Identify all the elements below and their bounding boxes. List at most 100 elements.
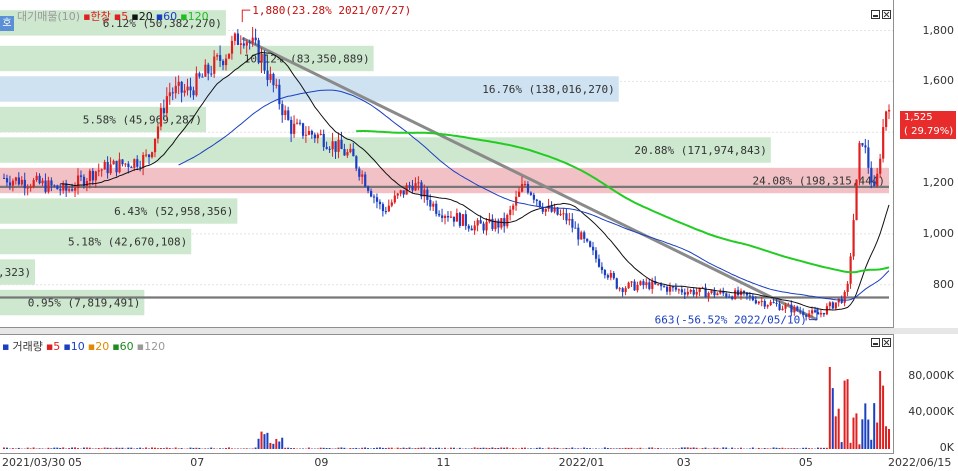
volume-legend-item[interactable]: ▪120 [137, 340, 165, 353]
candle-body [417, 182, 420, 184]
candle-body [319, 133, 322, 135]
volume-bar [384, 448, 387, 449]
candle-body [97, 170, 100, 172]
candle-body [396, 193, 399, 196]
candle-body [177, 81, 180, 86]
volume-bar [417, 447, 420, 449]
candle-body [74, 188, 77, 191]
price-legend-item[interactable]: ▪120 [180, 10, 208, 23]
volume-bar [281, 437, 284, 449]
volume-bar [882, 385, 885, 449]
price-axis-tick: 1,800 [922, 23, 955, 37]
candle-body [180, 81, 183, 93]
volume-bar [671, 448, 674, 449]
volume-bar [781, 447, 784, 449]
candle-body [307, 130, 311, 135]
volume-legend-title[interactable]: 거래량 [12, 338, 42, 354]
candle-body [236, 33, 240, 45]
candle-body [145, 154, 148, 156]
volume-bar [53, 447, 56, 449]
candle-body [867, 147, 870, 168]
candle-body [136, 159, 139, 167]
volume-bar [449, 447, 452, 449]
candle-body [44, 180, 47, 192]
price-chart-canvas[interactable]: 6.12% (50,382,270)10.12% (83,350,889)16.… [0, 0, 893, 328]
candle-body [186, 86, 189, 91]
volume-bar [364, 447, 367, 449]
candle-body [663, 286, 666, 288]
volume-bar [825, 447, 828, 449]
volume-bar [867, 419, 870, 449]
volume-legend-item[interactable]: ▪10 [63, 340, 84, 353]
volume-bar [127, 447, 130, 449]
candle-body [130, 167, 133, 169]
minimize-icon[interactable] [871, 338, 880, 347]
candle-body [189, 86, 192, 91]
volume-bar [852, 417, 855, 449]
price-legend-item[interactable]: ▪한창 [83, 10, 111, 23]
candle-body [689, 289, 692, 292]
close-icon[interactable] [882, 338, 891, 347]
price-legend-item[interactable]: ▪20 [131, 10, 152, 23]
chart-tab-icon[interactable]: 호 [0, 16, 14, 31]
candle-body [781, 308, 784, 311]
candle-body [666, 286, 669, 292]
volume-bar [793, 448, 796, 449]
candle-body [446, 215, 450, 218]
candle-body [112, 160, 115, 165]
volume-legend-item[interactable]: ▪5 [46, 340, 60, 353]
volume-bar [38, 448, 41, 449]
volume-bar [858, 444, 861, 449]
candle-body [35, 175, 38, 181]
volume-bar [837, 408, 840, 449]
volume-chart-pane[interactable]: ▪ 거래량 ▪5 ▪10 ▪20 ▪60 ▪120 [0, 334, 893, 454]
volume-legend-item[interactable]: ▪60 [112, 340, 133, 353]
candle-body [14, 177, 18, 181]
volume-bar [355, 447, 358, 449]
close-icon[interactable] [882, 10, 891, 19]
candle-body [808, 313, 811, 317]
candle-body [819, 312, 823, 315]
volume-bar [316, 448, 319, 449]
candle-body [91, 170, 94, 181]
candle-body [671, 286, 675, 288]
volume-bar [802, 447, 805, 449]
volume-bar [381, 447, 384, 449]
volume-bar [864, 403, 867, 449]
candle-body [316, 134, 319, 139]
volume-axis: 80,000K 40,000K 0K [893, 334, 958, 454]
minimize-icon[interactable] [871, 10, 880, 19]
price-chart-pane[interactable]: 6.12% (50,382,270) 10.12% (83,350,889) 16.… [0, 0, 893, 328]
volume-bar [56, 447, 59, 449]
candle-body [298, 122, 302, 124]
volume-bar [174, 447, 177, 449]
volume-bar [583, 447, 586, 449]
candle-body [115, 160, 118, 173]
volume-bar [452, 447, 455, 449]
volume-bar [168, 448, 171, 449]
volume-profile-label: 24.08% (198,315,444) [753, 175, 885, 188]
candle-body [109, 164, 112, 174]
candle-body [831, 302, 834, 309]
candle-body [680, 289, 684, 293]
volume-bar [476, 447, 479, 449]
candle-body [518, 191, 521, 197]
candle-body [876, 173, 879, 187]
price-legend-item[interactable]: ▪5 [114, 10, 128, 23]
price-legend-item[interactable]: ▪60 [156, 10, 177, 23]
volume-bar [213, 448, 216, 449]
volume-bar [139, 447, 142, 449]
candle-body [79, 175, 83, 177]
candle-body [503, 218, 506, 227]
candle-body [683, 292, 686, 295]
volume-chart-canvas[interactable] [0, 335, 893, 455]
volume-bar [834, 416, 837, 449]
price-legend-title[interactable]: 대기매물(10) [17, 8, 80, 24]
volume-bar [606, 448, 609, 449]
volume-axis-tick: 80,000K [908, 369, 954, 382]
candle-body [331, 141, 334, 150]
volume-bar [737, 448, 740, 449]
volume-legend-item[interactable]: ▪20 [88, 340, 109, 353]
candle-body [491, 218, 494, 230]
candle-body [855, 179, 858, 221]
